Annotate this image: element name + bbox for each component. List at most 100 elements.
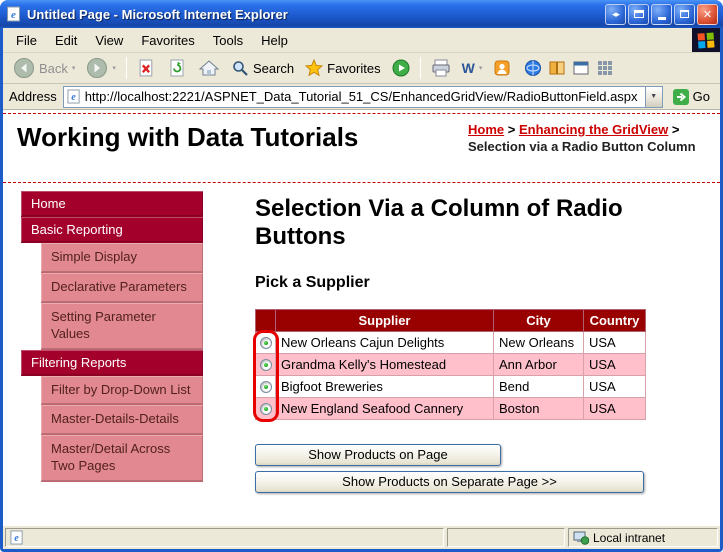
tile-icon <box>612 9 619 20</box>
back-label: Back <box>39 61 68 76</box>
suppliers-gridview: Supplier City Country New Orleans Cajun … <box>255 309 646 420</box>
supplier-cell: Grandma Kelly's Homestead <box>276 353 494 375</box>
forward-button[interactable]: ▾ <box>82 55 120 81</box>
close-button[interactable] <box>697 4 718 25</box>
main-content: Selection Via a Column of Radio Buttons … <box>255 195 705 493</box>
status-left-pane: e <box>5 528 444 547</box>
sidebar-item-declarative-parameters[interactable]: Declarative Parameters <box>41 273 203 303</box>
address-bar: Address e Go <box>3 84 720 110</box>
favorites-button[interactable]: Favorites <box>301 57 384 79</box>
select-supplier-radio[interactable] <box>260 337 272 349</box>
menu-favorites[interactable]: Favorites <box>132 30 203 51</box>
ie-page-icon: e <box>67 89 81 104</box>
breadcrumb-link-enhancing-gridview[interactable]: Enhancing the GridView <box>519 122 668 137</box>
go-button[interactable]: Go <box>669 89 714 105</box>
msn-globe-icon[interactable] <box>524 59 542 77</box>
edit-dropdown-icon: ▾ <box>479 64 483 72</box>
select-supplier-radio[interactable] <box>260 359 272 371</box>
menu-help[interactable]: Help <box>252 30 297 51</box>
sidebar-item-master-detail-across-two-pages[interactable]: Master/Detail Across Two Pages <box>41 435 203 482</box>
sidebar-item-simple-display[interactable]: Simple Display <box>41 243 203 273</box>
edit-in-word-icon <box>462 60 475 76</box>
go-label: Go <box>693 89 710 104</box>
title-bar[interactable]: e Untitled Page - Microsoft Internet Exp… <box>0 0 723 28</box>
menu-bar: File Edit View Favorites Tools Help <box>3 28 720 53</box>
window-tool-icon[interactable] <box>572 59 590 77</box>
sidebar-item-master-details-details[interactable]: Master-Details-Details <box>41 405 203 435</box>
country-cell: USA <box>584 353 646 375</box>
back-icon <box>13 57 35 79</box>
refresh-button[interactable] <box>163 56 191 80</box>
breadcrumb-separator: > <box>668 122 679 137</box>
print-icon <box>431 59 451 77</box>
window-title: Untitled Page - Microsoft Internet Explo… <box>27 7 605 22</box>
supplier-row: Grandma Kelly's Homestead Ann Arbor USA <box>256 353 646 375</box>
show-products-on-separate-page-button[interactable]: Show Products on Separate Page >> <box>255 471 644 493</box>
breadcrumb-link-home[interactable]: Home <box>468 122 504 137</box>
sidebar-item-basic-reporting[interactable]: Basic Reporting <box>21 217 203 243</box>
address-field[interactable]: e <box>63 86 663 108</box>
media-button[interactable] <box>388 57 414 79</box>
city-cell: Boston <box>494 397 584 419</box>
favorites-star-icon <box>305 59 323 77</box>
page-heading: Selection Via a Column of Radio Buttons <box>255 195 625 252</box>
select-supplier-radio[interactable] <box>260 381 272 393</box>
country-cell: USA <box>584 331 646 353</box>
back-button[interactable]: Back ▾ <box>9 55 79 81</box>
window-controls <box>605 4 718 25</box>
sidebar-item-setting-parameter-values[interactable]: Setting Parameter Values <box>41 303 203 350</box>
home-button[interactable] <box>194 56 224 80</box>
supplier-row: New Orleans Cajun Delights New Orleans U… <box>256 331 646 353</box>
svg-text:e: e <box>11 9 16 21</box>
menu-edit[interactable]: Edit <box>46 30 86 51</box>
close-icon <box>703 8 712 21</box>
menu-tools[interactable]: Tools <box>204 30 252 51</box>
local-intranet-icon <box>573 531 589 545</box>
stop-button[interactable] <box>133 57 160 80</box>
country-column-header: Country <box>584 309 646 331</box>
sidebar-item-home[interactable]: Home <box>21 191 203 217</box>
address-input[interactable] <box>85 89 645 104</box>
minimize-button[interactable] <box>651 4 672 25</box>
address-dropdown-button[interactable] <box>645 87 662 107</box>
city-cell: New Orleans <box>494 331 584 353</box>
search-icon <box>231 59 249 77</box>
grid-tool-icon[interactable] <box>596 59 614 77</box>
forward-icon <box>86 57 108 79</box>
search-button[interactable]: Search <box>227 57 298 79</box>
standard-toolbar: Back ▾ ▾ Search Favorit <box>3 53 720 84</box>
city-cell: Bend <box>494 375 584 397</box>
ie-page-icon: e <box>6 6 22 22</box>
messenger-button[interactable] <box>489 57 515 79</box>
refresh-icon <box>167 58 187 78</box>
messenger-icon <box>493 59 511 77</box>
menu-file[interactable]: File <box>7 30 46 51</box>
search-label: Search <box>253 61 294 76</box>
radio-column-header <box>256 309 276 331</box>
window-snap-button[interactable] <box>628 4 649 25</box>
country-cell: USA <box>584 375 646 397</box>
favorites-label: Favorites <box>327 61 380 76</box>
toolbar-separator <box>420 57 421 79</box>
toolbar-separator <box>126 57 127 79</box>
sidebar-item-filtering-reports[interactable]: Filtering Reports <box>21 350 203 376</box>
sidebar-item-filter-by-drop-down-list[interactable]: Filter by Drop-Down List <box>41 376 203 406</box>
minimize-icon <box>658 17 666 20</box>
svg-text:e: e <box>14 533 19 544</box>
supplier-row: New England Seafood Cannery Boston USA <box>256 397 646 419</box>
select-supplier-radio[interactable] <box>260 403 272 415</box>
research-icon[interactable] <box>548 59 566 77</box>
city-cell: Ann Arbor <box>494 353 584 375</box>
edit-in-word-button[interactable]: ▾ <box>458 58 487 78</box>
forward-dropdown-icon: ▾ <box>112 64 116 72</box>
show-products-on-page-button[interactable]: Show Products on Page <box>255 444 501 466</box>
status-bar: e Local intranet <box>3 526 720 549</box>
back-dropdown-icon: ▾ <box>72 64 76 72</box>
security-zone-pane: Local intranet <box>568 528 718 547</box>
tile-windows-button[interactable] <box>605 4 626 25</box>
pick-supplier-heading: Pick a Supplier <box>255 274 705 292</box>
maximize-button[interactable] <box>674 4 695 25</box>
site-header: Working with Data Tutorials Home > Enhan… <box>3 113 720 183</box>
print-button[interactable] <box>427 57 455 79</box>
menu-view[interactable]: View <box>86 30 132 51</box>
